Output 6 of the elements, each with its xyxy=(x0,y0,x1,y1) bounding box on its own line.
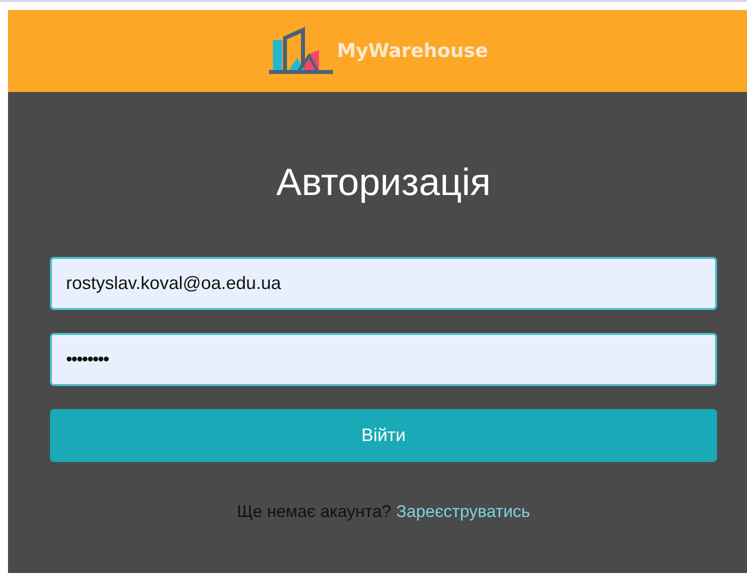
email-field[interactable]: rostyslav.koval@oa.edu.ua xyxy=(50,257,717,310)
register-link[interactable]: Зареєструватись xyxy=(396,502,530,521)
brand-name: MyWarehouse xyxy=(337,40,488,62)
page-title: Авторизація xyxy=(275,162,492,205)
signup-prompt: Ще немає акаунта? xyxy=(236,502,392,521)
password-field[interactable]: •••••••• xyxy=(50,333,717,386)
